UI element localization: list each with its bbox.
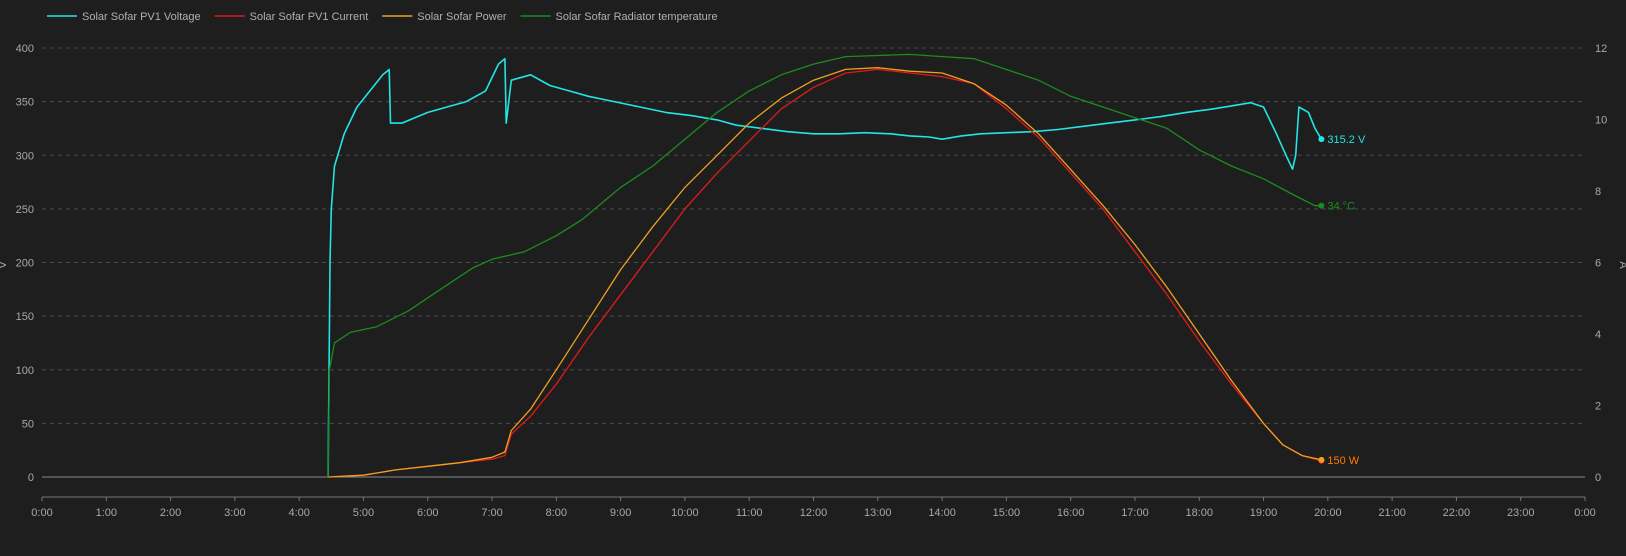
x-tick-label: 2:00 (160, 507, 181, 519)
y-left-tick-label: 400 (16, 43, 34, 55)
x-tick-label: 13:00 (864, 507, 892, 519)
y-right-tick-label: 6 (1595, 258, 1601, 270)
y-left-tick-label: 100 (16, 365, 34, 377)
x-tick-label: 4:00 (288, 507, 309, 519)
legend-label: Solar Sofar PV1 Voltage (82, 11, 201, 23)
x-tick-label: 18:00 (1185, 507, 1213, 519)
y-axis-right: 0 2 4 6 8 10 12 (1595, 43, 1607, 484)
y-left-tick-label: 250 (16, 204, 34, 216)
legend-item: Solar Sofar Radiator temperature (520, 11, 718, 23)
x-tick-label: 20:00 (1314, 507, 1342, 519)
y-axis-left-title: V (0, 261, 9, 269)
x-tick-label: 14:00 (928, 507, 956, 519)
y-left-tick-label: 50 (22, 418, 34, 430)
line-chart: Solar Sofar PV1 Voltage Solar Sofar PV1 C… (0, 11, 1626, 519)
x-axis: 0:00 1:00 2:00 3:00 4:00 5:00 6:00 7:00 8:00 9:00… (31, 496, 1596, 519)
x-tick-label: 6:00 (417, 507, 438, 519)
series-line (327, 57, 1323, 478)
x-tick-label: 19:00 (1250, 507, 1278, 519)
x-tick-label: 23:00 (1507, 507, 1535, 519)
series-end-marker (1318, 456, 1325, 463)
y-left-tick-label: 350 (16, 97, 34, 109)
x-tick-label: 10:00 (671, 507, 699, 519)
y-right-tick-label: 10 (1595, 115, 1607, 127)
x-tick-label: 1:00 (96, 507, 117, 519)
end-labels: 315.2 V 34 °C 150 W (1327, 134, 1366, 467)
x-tick-label: 22:00 (1443, 507, 1471, 519)
y-right-tick-label: 12 (1595, 43, 1607, 55)
x-tick-label: 15:00 (993, 507, 1021, 519)
series-line (328, 68, 1322, 478)
x-tick-label: 11:00 (736, 507, 763, 519)
chart-container: Solar Sofar PV1 Voltage Solar Sofar PV1 C… (0, 0, 1626, 551)
legend-label: Solar Sofar Radiator temperature (556, 11, 718, 23)
x-tick-label: 12:00 (800, 507, 828, 519)
end-value-label: 315.2 V (1327, 134, 1366, 146)
x-tick-label: 8:00 (546, 507, 567, 519)
x-tick-label: 3:00 (224, 507, 245, 519)
legend-label: Solar Sofar Power (417, 11, 507, 23)
y-right-tick-label: 4 (1595, 329, 1601, 341)
legend-item: Solar Sofar Power (382, 11, 507, 23)
end-value-label: 34 °C (1327, 201, 1355, 213)
y-left-tick-label: 300 (16, 150, 34, 162)
x-tick-label: 17:00 (1121, 507, 1149, 519)
series-line (327, 53, 1322, 478)
y-axis-left: 0 50 100 150 200 250 300 350 400 (16, 43, 34, 484)
x-tick-label: 0:00 (31, 507, 52, 519)
y-left-tick-label: 0 (28, 472, 34, 484)
series-end-marker (1318, 202, 1325, 209)
y-right-tick-label: 2 (1595, 401, 1601, 413)
y-left-tick-label: 200 (16, 258, 34, 270)
series-group (327, 53, 1325, 478)
legend-item: Solar Sofar PV1 Voltage (47, 11, 201, 23)
x-tick-label: 9:00 (610, 507, 631, 519)
legend-label: Solar Sofar PV1 Current (250, 11, 369, 23)
grid (42, 47, 1585, 478)
x-tick-label: 16:00 (1057, 507, 1085, 519)
series-line (328, 67, 1322, 478)
end-value-label: 150 W (1327, 455, 1359, 467)
legend-item: Solar Sofar PV1 Current (214, 11, 369, 23)
y-right-tick-label: 8 (1595, 186, 1601, 198)
x-tick-label: 0:00 (1574, 507, 1595, 519)
y-right-tick-label: 0 (1595, 472, 1601, 484)
y-left-tick-label: 150 (16, 311, 34, 323)
x-tick-label: 21:00 (1378, 507, 1406, 519)
y-axis-right-title: A (1617, 261, 1626, 269)
series-end-marker (1318, 136, 1325, 143)
x-tick-label: 7:00 (481, 507, 502, 519)
legend: Solar Sofar PV1 Voltage Solar Sofar PV1 C… (47, 11, 718, 23)
x-tick-label: 5:00 (353, 507, 374, 519)
